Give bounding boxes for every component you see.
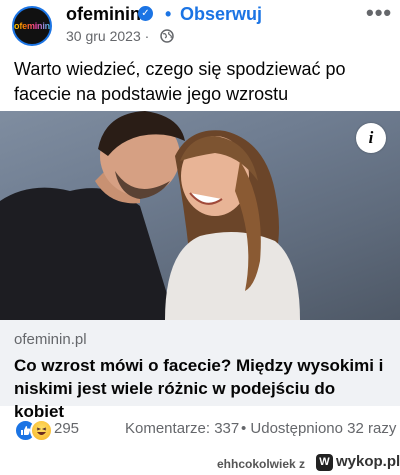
info-icon[interactable]: i — [356, 123, 386, 153]
shares-count[interactable]: • Udostępniono 32 razy — [241, 420, 396, 437]
watermark-footer: ehhcokolwiek z W wykop.pl — [0, 450, 400, 475]
wykop-logo: W wykop.pl — [316, 453, 400, 473]
haha-reaction-icon — [30, 419, 53, 442]
post-header: ofeminin ofeminin ✓ • Obserwuj ••• 30 gr… — [0, 0, 400, 50]
comments-count[interactable]: Komentarze: 337 — [125, 420, 239, 437]
avatar-logo-text: ofeminin — [14, 21, 50, 31]
separator-dot: • — [165, 4, 172, 24]
article-photo[interactable]: i — [0, 111, 400, 320]
page-avatar[interactable]: ofeminin — [12, 6, 52, 46]
wykop-site-name: wykop.pl — [336, 453, 400, 470]
follow-button[interactable]: Obserwuj — [180, 4, 262, 25]
more-options-icon[interactable]: ••• — [366, 2, 392, 24]
link-preview[interactable]: ofeminin.pl Co wzrost mówi o facecie? Mi… — [0, 320, 400, 421]
engagement-stats: 295 Komentarze: 337 • Udostępniono 32 ra… — [0, 412, 400, 446]
couple-illustration — [0, 111, 300, 320]
reaction-count[interactable]: 295 — [54, 420, 79, 437]
post-text: Warto wiedzieć, czego się spodziewać po … — [14, 59, 346, 104]
page-name-link[interactable]: ofeminin — [66, 4, 141, 25]
footer-username: ehhcokolwiek z — [217, 457, 306, 471]
wykop-logo-icon: W — [316, 454, 333, 471]
verified-badge-icon: ✓ — [138, 6, 153, 21]
globe-icon — [160, 29, 174, 43]
post-date[interactable]: 30 gru 2023 · — [66, 28, 149, 44]
link-domain: ofeminin.pl — [14, 331, 87, 348]
